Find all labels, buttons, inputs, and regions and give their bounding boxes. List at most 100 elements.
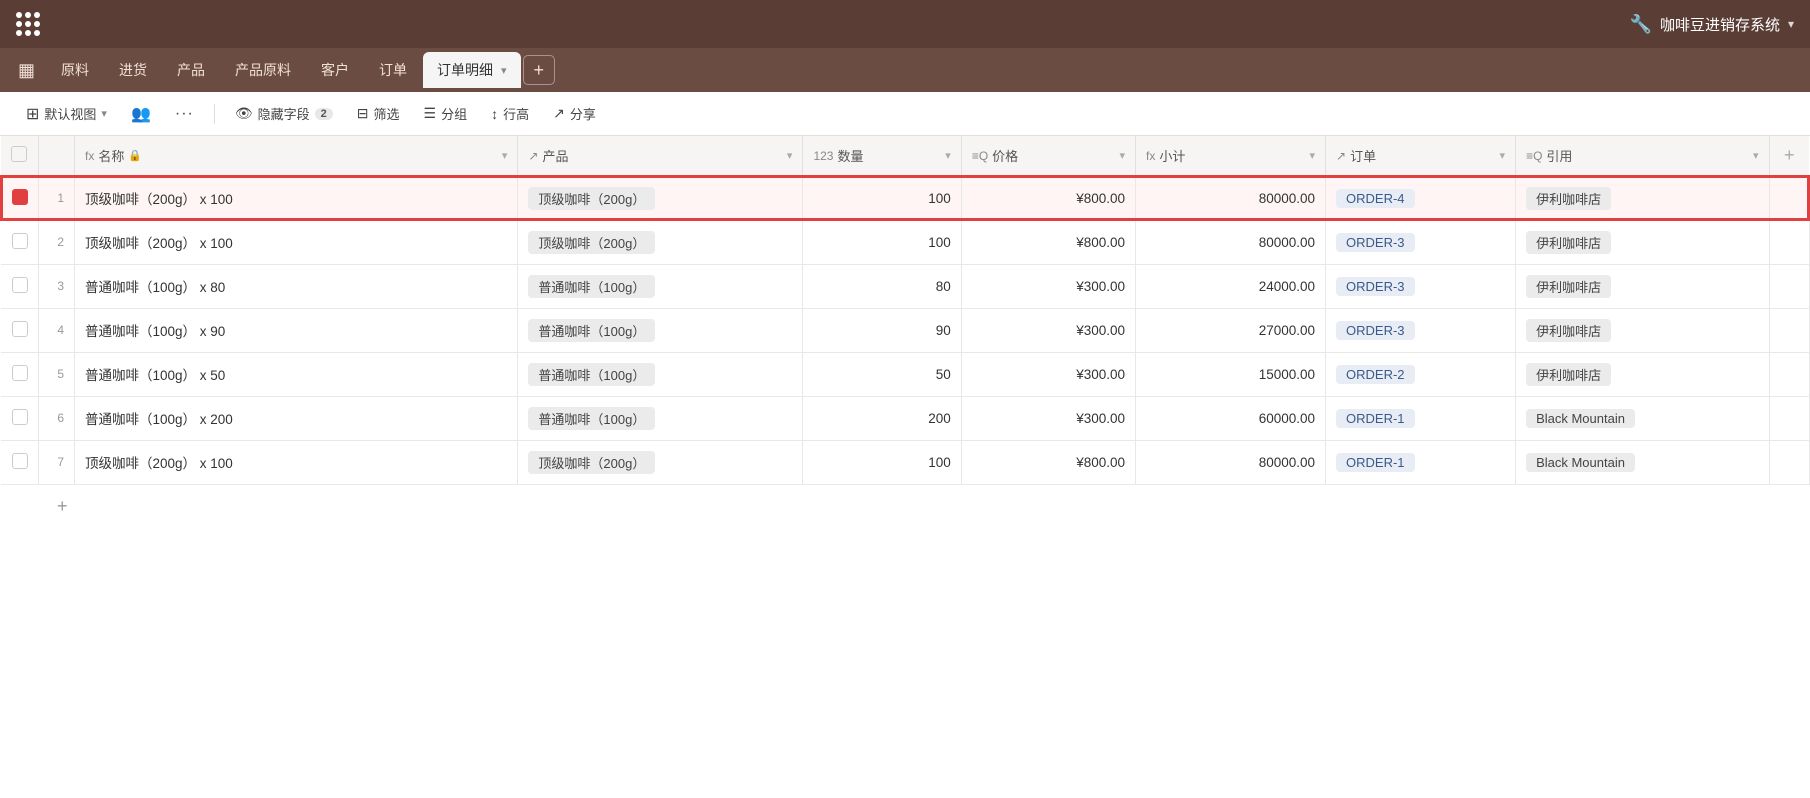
table-row[interactable]: 2顶级咖啡（200g） x 100顶级咖啡（200g）100¥800.00800…	[1, 220, 1809, 264]
nav-tab-materials[interactable]: 原料	[47, 52, 103, 88]
view-selector[interactable]: ⊞ 默认视图 ▾	[16, 99, 117, 129]
th-quantity[interactable]: 123 数量 ▾	[803, 136, 961, 176]
table-row[interactable]: 4普通咖啡（100g） x 90普通咖啡（100g）90¥300.0027000…	[1, 308, 1809, 352]
row-ref[interactable]: 伊利咖啡店	[1516, 308, 1769, 352]
row-order[interactable]: ORDER-1	[1326, 396, 1516, 440]
row-subtotal[interactable]: 80000.00	[1136, 220, 1326, 264]
row-price[interactable]: ¥300.00	[961, 308, 1135, 352]
th-ref-arrow[interactable]: ▾	[1753, 149, 1759, 162]
row-ref[interactable]: 伊利咖啡店	[1516, 352, 1769, 396]
row-name[interactable]: 普通咖啡（100g） x 90	[75, 308, 518, 352]
nav-tab-order-details[interactable]: 订单明细 ▾	[423, 52, 521, 88]
row-checkbox[interactable]	[12, 409, 28, 425]
table-row[interactable]: 3普通咖啡（100g） x 80普通咖啡（100g）80¥300.0024000…	[1, 264, 1809, 308]
th-product[interactable]: ↗ 产品 ▾	[518, 136, 803, 176]
nav-tab-customers[interactable]: 客户	[307, 52, 363, 88]
share-button[interactable]: ↗ 分享	[543, 99, 606, 128]
nav-tab-inbound[interactable]: 进货	[105, 52, 161, 88]
app-dropdown-arrow[interactable]: ▾	[1788, 17, 1794, 31]
row-order[interactable]: ORDER-3	[1326, 308, 1516, 352]
row-ref[interactable]: 伊利咖啡店	[1516, 264, 1769, 308]
app-title-area[interactable]: 🔧 咖啡豆进销存系统 ▾	[1630, 14, 1794, 35]
row-quantity[interactable]: 50	[803, 352, 961, 396]
row-checkbox[interactable]	[12, 277, 28, 293]
tab-dropdown-arrow[interactable]: ▾	[501, 64, 507, 77]
nav-tab-orders[interactable]: 订单	[365, 52, 421, 88]
nav-grid-icon[interactable]: ▦	[8, 54, 45, 87]
hide-fields-button[interactable]: 👁 隐藏字段 2	[225, 99, 343, 128]
row-product[interactable]: 普通咖啡（100g）	[518, 352, 803, 396]
nav-tab-add[interactable]: +	[523, 55, 556, 85]
row-product[interactable]: 普通咖啡（100g）	[518, 396, 803, 440]
users-button[interactable]: 👥	[121, 99, 161, 129]
table-row[interactable]: 5普通咖啡（100g） x 50普通咖啡（100g）50¥300.0015000…	[1, 352, 1809, 396]
row-product[interactable]: 顶级咖啡（200g）	[518, 176, 803, 220]
row-quantity[interactable]: 200	[803, 396, 961, 440]
row-price[interactable]: ¥300.00	[961, 352, 1135, 396]
th-name[interactable]: fx 名称 🔒 ▾	[75, 136, 518, 176]
row-order[interactable]: ORDER-3	[1326, 264, 1516, 308]
row-product[interactable]: 普通咖啡（100g）	[518, 264, 803, 308]
filter-button[interactable]: ⊟ 筛选	[347, 99, 410, 128]
row-ref[interactable]: 伊利咖啡店	[1516, 220, 1769, 264]
row-ref[interactable]: Black Mountain	[1516, 396, 1769, 440]
add-row[interactable]: +	[1, 484, 1809, 528]
table-row[interactable]: 6普通咖啡（100g） x 200普通咖啡（100g）200¥300.00600…	[1, 396, 1809, 440]
th-subtotal[interactable]: fx 小计 ▾	[1136, 136, 1326, 176]
th-order-arrow[interactable]: ▾	[1500, 149, 1506, 162]
group-button[interactable]: ☰ 分组	[414, 99, 478, 128]
row-order[interactable]: ORDER-1	[1326, 440, 1516, 484]
row-quantity[interactable]: 80	[803, 264, 961, 308]
row-quantity[interactable]: 90	[803, 308, 961, 352]
row-checkbox[interactable]	[12, 321, 28, 337]
row-quantity[interactable]: 100	[803, 176, 961, 220]
row-price[interactable]: ¥800.00	[961, 176, 1135, 220]
th-order[interactable]: ↗ 订单 ▾	[1326, 136, 1516, 176]
row-order[interactable]: ORDER-4	[1326, 176, 1516, 220]
row-ref[interactable]: 伊利咖啡店	[1516, 176, 1769, 220]
th-quantity-arrow[interactable]: ▾	[945, 149, 951, 162]
th-ref[interactable]: ≡Q 引用 ▾	[1516, 136, 1769, 176]
row-ref[interactable]: Black Mountain	[1516, 440, 1769, 484]
row-price[interactable]: ¥300.00	[961, 264, 1135, 308]
table-row[interactable]: 7顶级咖啡（200g） x 100顶级咖啡（200g）100¥800.00800…	[1, 440, 1809, 484]
row-name[interactable]: 普通咖啡（100g） x 200	[75, 396, 518, 440]
add-row-cell[interactable]: +	[1, 484, 1769, 528]
row-checkbox[interactable]	[12, 189, 28, 205]
th-checkbox[interactable]	[1, 136, 39, 176]
row-name[interactable]: 普通咖啡（100g） x 80	[75, 264, 518, 308]
th-product-arrow[interactable]: ▾	[787, 149, 793, 162]
row-quantity[interactable]: 100	[803, 220, 961, 264]
row-name[interactable]: 普通咖啡（100g） x 50	[75, 352, 518, 396]
th-add-column[interactable]: +	[1769, 136, 1809, 176]
row-product[interactable]: 普通咖啡（100g）	[518, 308, 803, 352]
row-price[interactable]: ¥800.00	[961, 440, 1135, 484]
more-button[interactable]: ···	[165, 100, 204, 128]
row-height-button[interactable]: ↕ 行高	[481, 99, 539, 128]
row-price[interactable]: ¥800.00	[961, 220, 1135, 264]
row-product[interactable]: 顶级咖啡（200g）	[518, 220, 803, 264]
nav-tab-products[interactable]: 产品	[163, 52, 219, 88]
row-quantity[interactable]: 100	[803, 440, 961, 484]
nav-tab-product-materials[interactable]: 产品原料	[221, 52, 305, 88]
row-product[interactable]: 顶级咖啡（200g）	[518, 440, 803, 484]
select-all-checkbox[interactable]	[11, 146, 27, 162]
th-subtotal-arrow[interactable]: ▾	[1310, 149, 1316, 162]
row-price[interactable]: ¥300.00	[961, 396, 1135, 440]
row-name[interactable]: 顶级咖啡（200g） x 100	[75, 440, 518, 484]
row-order[interactable]: ORDER-2	[1326, 352, 1516, 396]
th-price[interactable]: ≡Q 价格 ▾	[961, 136, 1135, 176]
row-subtotal[interactable]: 15000.00	[1136, 352, 1326, 396]
row-order[interactable]: ORDER-3	[1326, 220, 1516, 264]
row-checkbox[interactable]	[12, 453, 28, 469]
row-subtotal[interactable]: 60000.00	[1136, 396, 1326, 440]
row-subtotal[interactable]: 80000.00	[1136, 440, 1326, 484]
row-subtotal[interactable]: 80000.00	[1136, 176, 1326, 220]
table-row[interactable]: 1顶级咖啡（200g） x 100顶级咖啡（200g）100¥800.00800…	[1, 176, 1809, 220]
row-checkbox[interactable]	[12, 233, 28, 249]
row-subtotal[interactable]: 27000.00	[1136, 308, 1326, 352]
th-price-arrow[interactable]: ▾	[1119, 149, 1125, 162]
row-checkbox[interactable]	[12, 365, 28, 381]
row-name[interactable]: 顶级咖啡（200g） x 100	[75, 176, 518, 220]
row-name[interactable]: 顶级咖啡（200g） x 100	[75, 220, 518, 264]
